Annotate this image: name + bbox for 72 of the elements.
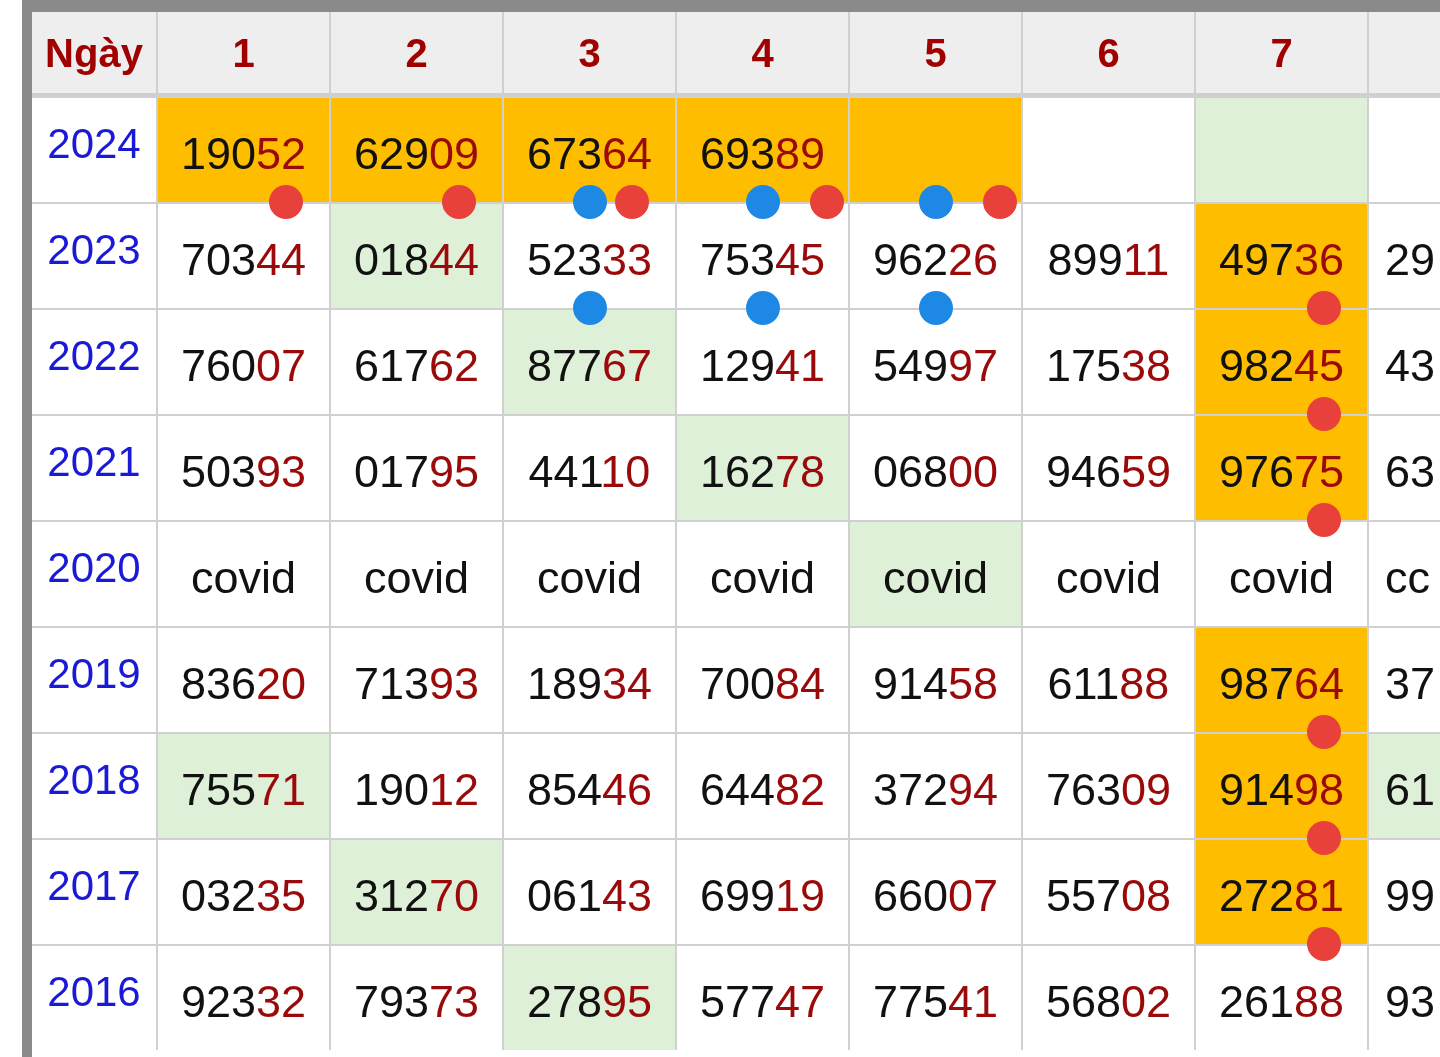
number-cell: 79373 [331, 946, 502, 1050]
number-cell: 12941 [677, 310, 848, 414]
year-cell: 2020 [32, 522, 156, 626]
number-cell: 92332 [158, 946, 329, 1050]
column-header: 2 [331, 12, 502, 96]
number-cell: 43 [1369, 310, 1440, 414]
number-cell: 17538 [1023, 310, 1194, 414]
number-cell: 93 [1369, 946, 1440, 1050]
number-cell: 29 [1369, 204, 1440, 308]
number-cell: 37294 [850, 734, 1021, 838]
column-header: 3 [504, 12, 675, 96]
column-header: Ngày [32, 12, 156, 96]
number-cell: 66007 [850, 840, 1021, 944]
year-cell: 2016 [32, 946, 156, 1050]
column-header: 7 [1196, 12, 1367, 96]
number-cell: 57747 [677, 946, 848, 1050]
number-cell: cc [1369, 522, 1440, 626]
number-cell: 01844 [331, 204, 502, 308]
number-cell: 06143 [504, 840, 675, 944]
number-cell: 70344 [158, 204, 329, 308]
number-cell: 94659 [1023, 416, 1194, 520]
number-cell: 31270 [331, 840, 502, 944]
number-cell: 76309 [1023, 734, 1194, 838]
number-cell: covid [331, 522, 502, 626]
column-header: 4 [677, 12, 848, 96]
number-cell: 99 [1369, 840, 1440, 944]
number-cell: 75571 [158, 734, 329, 838]
year-cell: 2018 [32, 734, 156, 838]
number-cell: 85446 [504, 734, 675, 838]
number-cell: 18934 [504, 628, 675, 732]
number-cell: 91458 [850, 628, 1021, 732]
year-cell: 2023 [32, 204, 156, 308]
number-cell: 01795 [331, 416, 502, 520]
number-cell: 77541 [850, 946, 1021, 1050]
column-header: 1 [158, 12, 329, 96]
number-cell: 63 [1369, 416, 1440, 520]
number-cell: 19012 [331, 734, 502, 838]
number-cell: 54997 [850, 310, 1021, 414]
number-cell: 76007 [158, 310, 329, 414]
year-cell: 2019 [32, 628, 156, 732]
number-cell: 87767 [504, 310, 675, 414]
number-cell: 44110 [504, 416, 675, 520]
number-cell: 16278 [677, 416, 848, 520]
number-cell: 03235 [158, 840, 329, 944]
column-header: 6 [1023, 12, 1194, 96]
number-cell: 71393 [331, 628, 502, 732]
number-cell: covid [1023, 522, 1194, 626]
number-cell: 50393 [158, 416, 329, 520]
number-cell: covid [850, 522, 1021, 626]
number-cell: covid [1196, 522, 1367, 626]
number-cell: 70084 [677, 628, 848, 732]
year-cell: 2021 [32, 416, 156, 520]
column-header: 5 [850, 12, 1021, 96]
number-cell: 64482 [677, 734, 848, 838]
year-cell: 2022 [32, 310, 156, 414]
number-cell: 56802 [1023, 946, 1194, 1050]
number-cell: 69919 [677, 840, 848, 944]
year-cell: 2024 [32, 98, 156, 202]
year-cell: 2017 [32, 840, 156, 944]
number-cell: covid [158, 522, 329, 626]
number-cell: covid [677, 522, 848, 626]
number-cell: 37 [1369, 628, 1440, 732]
number-cell: covid [504, 522, 675, 626]
number-cell: 89911 [1023, 204, 1194, 308]
number-cell: 83620 [158, 628, 329, 732]
number-cell: 61188 [1023, 628, 1194, 732]
number-cell: 61762 [331, 310, 502, 414]
number-cell: 27895 [504, 946, 675, 1050]
number-cell: 26188 [1196, 946, 1367, 1050]
number-cell: 55708 [1023, 840, 1194, 944]
number-cell: 61 [1369, 734, 1440, 838]
number-cell: 06800 [850, 416, 1021, 520]
